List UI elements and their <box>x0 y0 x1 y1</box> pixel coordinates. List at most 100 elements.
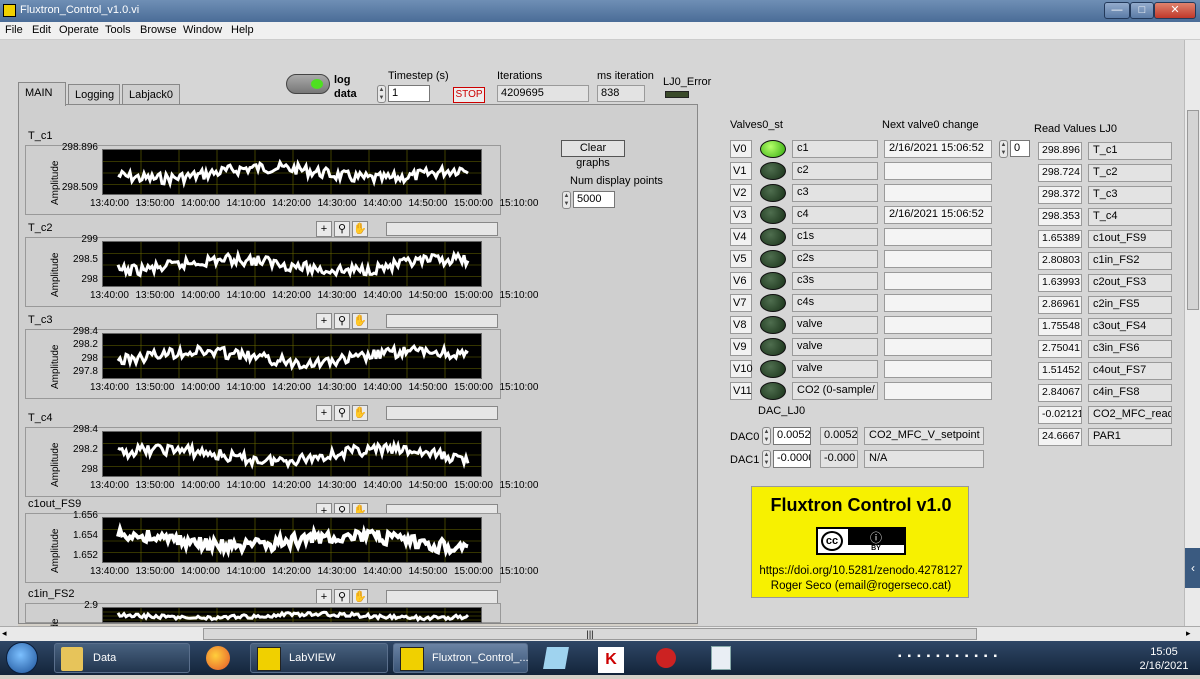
graph-palette: + ⚲ ✋ <box>316 313 376 329</box>
menu-edit[interactable]: Edit <box>32 24 51 36</box>
valve-name: c1 <box>792 140 878 158</box>
system-tray-icons[interactable]: ▪▪▪▪▪▪▪▪▪▪▪ <box>898 651 1118 665</box>
firefox-icon[interactable] <box>203 643 233 673</box>
x-tick-label: 14:00:00 <box>181 290 220 301</box>
num-display-spinner[interactable]: ▲ ▼ <box>562 191 571 209</box>
pan-hand-icon[interactable]: ✋ <box>352 221 368 237</box>
valve-led[interactable] <box>760 294 786 312</box>
zoom-icon[interactable]: ⚲ <box>334 221 350 237</box>
tab-main[interactable]: MAIN <box>18 82 66 106</box>
plot-canvas[interactable] <box>102 149 482 195</box>
chart-scrollbar[interactable] <box>386 222 498 236</box>
x-tick-label: 14:10:00 <box>226 198 266 209</box>
menu-help[interactable]: Help <box>231 24 254 36</box>
logo-title: Fluxtron Control v1.0 <box>770 495 952 515</box>
read-value: 1.51452 <box>1038 362 1082 380</box>
dac-input[interactable]: -0.0000 <box>773 450 811 468</box>
valve-led[interactable] <box>760 184 786 202</box>
cursor-move-icon[interactable]: + <box>316 313 332 329</box>
valve-led[interactable] <box>760 338 786 356</box>
x-tick-label: 14:20:00 <box>272 480 311 491</box>
timestep-spinner[interactable]: ▲ ▼ <box>377 85 386 103</box>
valve-led[interactable] <box>760 228 786 246</box>
next-valve-spinner[interactable]: ▲ ▼ <box>999 140 1008 158</box>
x-tick-label: 13:40:00 <box>90 566 129 577</box>
read-value-name: c4in_FS8 <box>1088 384 1172 402</box>
clock-time[interactable]: 15:05 <box>1134 646 1194 658</box>
read-value-name: c2out_FS3 <box>1088 274 1172 292</box>
cursor-move-icon[interactable]: + <box>316 405 332 421</box>
maximize-button[interactable]: □ <box>1130 2 1154 19</box>
plot-canvas[interactable] <box>102 241 482 287</box>
menu-browse[interactable]: Browse <box>140 24 177 36</box>
tab-labjack0[interactable]: Labjack0 <box>122 84 180 106</box>
valve-led[interactable] <box>760 272 786 290</box>
chart-scrollbar[interactable] <box>386 406 498 420</box>
y-tick-label: 1.654 <box>72 530 98 541</box>
chart-scrollbar[interactable] <box>386 590 498 604</box>
horizontal-scrollbar[interactable]: ◂ ||| ▸ <box>0 626 1200 641</box>
next-valve-index[interactable]: 0 <box>1010 140 1030 157</box>
plot-canvas[interactable] <box>102 431 482 477</box>
vertical-scrollbar[interactable]: ‹ <box>1184 40 1200 626</box>
taskbar-data[interactable]: Data <box>54 643 190 673</box>
plot-title: T_c1 <box>28 130 53 142</box>
pan-hand-icon[interactable]: ✋ <box>352 313 368 329</box>
dac-spinner[interactable]: ▲ ▼ <box>762 450 771 468</box>
chart-scrollbar[interactable] <box>386 314 498 328</box>
y-tick-label: 1.656 <box>72 510 98 521</box>
calculator-icon[interactable] <box>706 643 736 673</box>
side-expand-icon[interactable]: ‹ <box>1185 548 1200 588</box>
dac-spinner[interactable]: ▲ ▼ <box>762 427 771 445</box>
clear-graphs-button[interactable]: Clear graphs <box>561 140 625 169</box>
zoom-icon[interactable]: ⚲ <box>334 405 350 421</box>
tab-logging[interactable]: Logging <box>68 84 120 106</box>
valve-led[interactable] <box>760 206 786 224</box>
menu-operate[interactable]: Operate <box>59 24 99 36</box>
horizontal-scroll-thumb[interactable]: ||| <box>203 628 977 640</box>
menu-file[interactable]: File <box>5 24 23 36</box>
read-value: 298.372 <box>1038 186 1082 204</box>
scroll-left-icon[interactable]: ◂ <box>2 628 7 639</box>
plot-canvas[interactable] <box>102 517 482 563</box>
timestep-input[interactable]: 1 <box>388 85 430 102</box>
valve-led[interactable] <box>760 360 786 378</box>
zoom-icon[interactable]: ⚲ <box>334 313 350 329</box>
stop-button[interactable]: STOP <box>453 87 485 103</box>
plot-canvas[interactable] <box>102 607 482 623</box>
valve-led[interactable] <box>760 382 786 400</box>
log-data-toggle[interactable] <box>286 74 330 94</box>
x-tick-label: 14:50:00 <box>408 290 448 301</box>
valve-led[interactable] <box>760 140 786 158</box>
y-tick-label: 298.2 <box>72 339 98 351</box>
y-tick-label: 2.9 <box>84 600 98 611</box>
balls-icon[interactable] <box>651 643 681 673</box>
valve-id: V0 <box>730 140 752 158</box>
dac-input[interactable]: 0.0052! <box>773 427 811 445</box>
vertical-scroll-thumb[interactable] <box>1187 110 1199 310</box>
taskbar-fluxtron[interactable]: Fluxtron_Control_... <box>393 643 529 673</box>
cursor-move-icon[interactable]: + <box>316 221 332 237</box>
k3-icon[interactable]: K <box>596 643 626 673</box>
doi-link[interactable]: https://doi.org/10.5281/zenodo.4278127 <box>752 565 970 577</box>
taskbar-labview[interactable]: LabVIEW <box>250 643 388 673</box>
close-button[interactable]: ✕ <box>1154 2 1196 19</box>
start-button-icon[interactable] <box>6 642 38 674</box>
plot-canvas[interactable] <box>102 333 482 379</box>
lj0-error-led <box>665 91 689 98</box>
clock-date[interactable]: 2/16/2021 <box>1134 660 1194 672</box>
read-value-name: c2in_FS5 <box>1088 296 1172 314</box>
pan-hand-icon[interactable]: ✋ <box>352 405 368 421</box>
minimize-button[interactable]: — <box>1104 2 1130 19</box>
menu-window[interactable]: Window <box>183 24 222 36</box>
num-display-input[interactable]: 5000 <box>573 191 615 208</box>
notebook-icon[interactable] <box>541 643 571 673</box>
menu-tools[interactable]: Tools <box>105 24 131 36</box>
valve-led[interactable] <box>760 316 786 334</box>
next-valve-change <box>884 360 992 378</box>
scroll-right-icon[interactable]: ▸ <box>1186 628 1191 639</box>
ms-iteration-value: 838 <box>597 85 645 102</box>
valve-led[interactable] <box>760 162 786 180</box>
read-value: 2.75041 <box>1038 340 1082 358</box>
valve-led[interactable] <box>760 250 786 268</box>
